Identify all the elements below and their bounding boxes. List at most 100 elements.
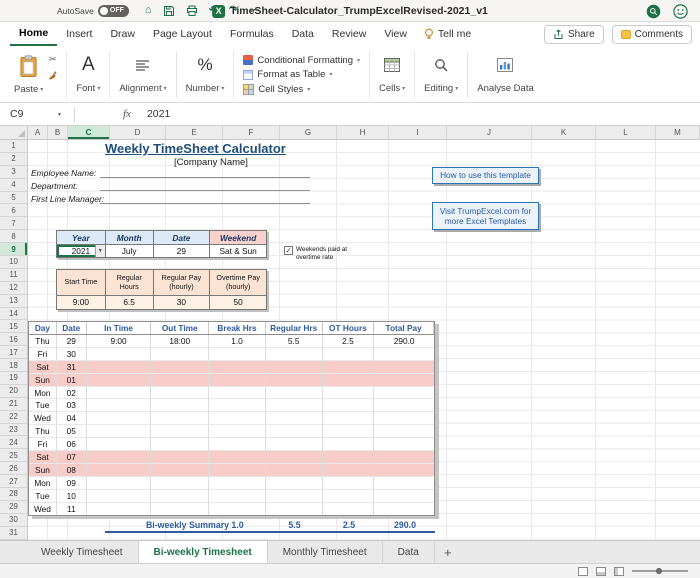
timesheet-cell[interactable]: [87, 464, 152, 477]
rate-table-value-regular-hours[interactable]: 6.5: [105, 296, 153, 309]
column-header-K[interactable]: K: [532, 126, 596, 139]
timesheet-cell[interactable]: [323, 503, 375, 516]
row-header-7[interactable]: 7: [0, 217, 27, 230]
sheet-tab-weekly-timesheet[interactable]: Weekly Timesheet: [26, 541, 139, 563]
timesheet-cell[interactable]: [266, 348, 323, 361]
row-header-31[interactable]: 31: [0, 527, 27, 540]
timesheet-cell[interactable]: 09: [57, 477, 87, 490]
timesheet-cell[interactable]: [266, 477, 323, 490]
timesheet-cell[interactable]: [151, 425, 209, 438]
timesheet-cell[interactable]: 290.0: [374, 335, 434, 348]
timesheet-cell[interactable]: Wed: [29, 412, 57, 425]
timesheet-cell[interactable]: [151, 451, 209, 464]
timesheet-cell[interactable]: [323, 464, 375, 477]
row-header-26[interactable]: 26: [0, 462, 27, 475]
timesheet-cell[interactable]: [266, 464, 323, 477]
timesheet-cell[interactable]: [151, 490, 209, 503]
timesheet-cell[interactable]: Mon: [29, 477, 57, 490]
row-header-28[interactable]: 28: [0, 488, 27, 501]
row-header-30[interactable]: 30: [0, 514, 27, 527]
alignment-group-button[interactable]: Alignment▾: [113, 49, 172, 100]
timesheet-cell[interactable]: [323, 399, 375, 412]
timesheet-cell[interactable]: [87, 451, 152, 464]
timesheet-cell[interactable]: [266, 361, 323, 374]
conditional-formatting-button[interactable]: Conditional Formatting ▾: [243, 53, 360, 67]
timesheet-cell[interactable]: [209, 374, 266, 387]
company-name[interactable]: [Company Name]: [105, 157, 317, 168]
timesheet-cell[interactable]: [374, 374, 434, 387]
format-painter-icon[interactable]: [48, 70, 57, 80]
timesheet-cell[interactable]: Fri: [29, 438, 57, 451]
timesheet-cell[interactable]: [151, 412, 209, 425]
column-header-C[interactable]: C: [68, 126, 110, 139]
home-icon[interactable]: ⌂: [145, 5, 152, 16]
timesheet-cell[interactable]: [209, 387, 266, 400]
tell-me-button[interactable]: Tell me: [424, 28, 471, 40]
timesheet-cell[interactable]: Sun: [29, 374, 57, 387]
comments-button[interactable]: Comments: [612, 25, 692, 44]
row-header-16[interactable]: 16: [0, 333, 27, 346]
format-as-table-button[interactable]: Format as Table ▾: [243, 68, 360, 82]
row-header-12[interactable]: 12: [0, 282, 27, 295]
column-header-G[interactable]: G: [280, 126, 337, 139]
zoom-slider[interactable]: [632, 567, 688, 576]
timesheet-cell[interactable]: 18:00: [151, 335, 209, 348]
timesheet-cell[interactable]: [374, 490, 434, 503]
row-header-11[interactable]: 11: [0, 269, 27, 282]
row-header-15[interactable]: 15: [0, 320, 27, 333]
timesheet-cell[interactable]: [374, 399, 434, 412]
timesheet-cell[interactable]: [209, 412, 266, 425]
timesheet-cell[interactable]: [323, 477, 375, 490]
timesheet-cell[interactable]: [151, 387, 209, 400]
timesheet-cell[interactable]: [209, 477, 266, 490]
row-header-14[interactable]: 14: [0, 308, 27, 321]
cells-group-button[interactable]: Cells▾: [373, 49, 411, 100]
timesheet-cell[interactable]: [209, 425, 266, 438]
timesheet-cell[interactable]: Thu: [29, 335, 57, 348]
row-header-20[interactable]: 20: [0, 385, 27, 398]
timesheet-cell[interactable]: [323, 348, 375, 361]
timesheet-cell[interactable]: [323, 387, 375, 400]
paste-button[interactable]: Paste▾: [14, 51, 43, 95]
row-header-10[interactable]: 10: [0, 256, 27, 269]
timesheet-cell[interactable]: Tue: [29, 490, 57, 503]
timesheet-cell[interactable]: [266, 451, 323, 464]
row-header-25[interactable]: 25: [0, 449, 27, 462]
ribbon-tab-draw[interactable]: Draw: [101, 22, 144, 46]
row-header-2[interactable]: 2: [0, 153, 27, 166]
row-header-8[interactable]: 8: [0, 230, 27, 243]
year-table-value-month[interactable]: July: [105, 245, 153, 257]
timesheet-cell[interactable]: [266, 425, 323, 438]
timesheet-cell[interactable]: [87, 438, 152, 451]
add-sheet-button[interactable]: +: [435, 541, 461, 563]
row-header-27[interactable]: 27: [0, 475, 27, 488]
sheet-tab-bi-weekly-timesheet[interactable]: Bi-weekly Timesheet: [139, 541, 268, 563]
timesheet-cell[interactable]: 30: [57, 348, 87, 361]
column-header-F[interactable]: F: [223, 126, 280, 139]
timesheet-cell[interactable]: 29: [57, 335, 87, 348]
timesheet-cell[interactable]: [151, 464, 209, 477]
editing-group-button[interactable]: Editing▾: [418, 49, 464, 100]
timesheet-cell[interactable]: [374, 503, 434, 516]
timesheet-cell[interactable]: Wed: [29, 503, 57, 516]
timesheet-cell[interactable]: 05: [57, 425, 87, 438]
year-dropdown-arrow-icon[interactable]: ▼: [95, 245, 105, 257]
sheet-tab-data[interactable]: Data: [383, 541, 435, 563]
column-header-I[interactable]: I: [389, 126, 447, 139]
autosave-switch[interactable]: OFF: [98, 5, 129, 17]
rate-table-value-overtime-pay-hourly[interactable]: 50: [209, 296, 266, 309]
row-header-1[interactable]: 1: [0, 140, 27, 153]
timesheet-cell[interactable]: [374, 451, 434, 464]
timesheet-cell[interactable]: 5.5: [266, 335, 323, 348]
rate-table-value-start-time[interactable]: 9:00: [57, 296, 105, 309]
timesheet-cell[interactable]: Sat: [29, 361, 57, 374]
timesheet-cell[interactable]: [209, 451, 266, 464]
timesheet-cell[interactable]: [266, 438, 323, 451]
year-table-value-weekend[interactable]: Sat & Sun: [209, 245, 266, 257]
row-header-18[interactable]: 18: [0, 359, 27, 372]
year-table-value-year[interactable]: 2021▼: [57, 245, 105, 257]
timesheet-cell[interactable]: 31: [57, 361, 87, 374]
timesheet-cell[interactable]: [323, 490, 375, 503]
timesheet-cell[interactable]: [151, 503, 209, 516]
timesheet-cell[interactable]: [323, 361, 375, 374]
